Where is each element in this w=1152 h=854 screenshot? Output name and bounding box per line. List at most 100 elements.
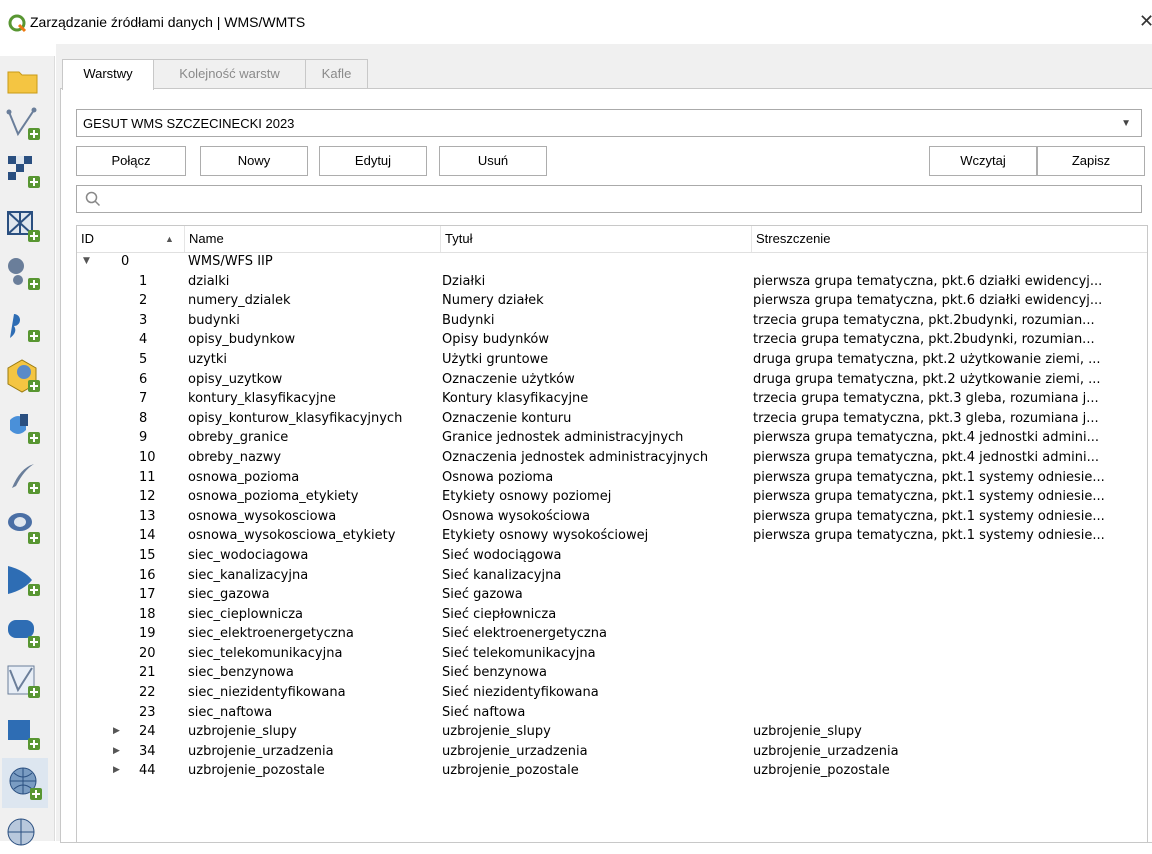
row-abstract: uzbrojenie_pozostale [753,763,890,779]
table-row[interactable]: 18 siec_cieplownicza Sieć ciepłownicza [77,605,1147,625]
table-row[interactable]: 21 siec_benzynowa Sieć benzynowa [77,663,1147,683]
row-id: 6 [139,371,148,387]
table-row[interactable]: 20 siec_telekomunikacyjna Sieć telekomunik… [77,644,1147,664]
row-title: Sieć niezidentyfikowana [442,685,599,701]
search-input[interactable] [76,185,1142,213]
connection-select[interactable]: GESUT WMS SZCZECINECKI 2023 ▼ [76,109,1142,137]
table-row[interactable]: 6 opisy_uzytkow Oznaczenie użytków druga gr… [77,370,1147,390]
row-name: siec_niezidentyfikowana [188,685,346,701]
edit-button[interactable]: Edytuj [319,146,427,176]
delete-button[interactable]: Usuń [439,146,547,176]
table-row[interactable]: 10 obreby_nazwy Oznaczenia jednostek admin… [77,448,1147,468]
point-cloud-icon[interactable] [4,254,44,292]
table-row[interactable]: 4 opisy_budynkow Opisy budynków trzecia gru… [77,330,1147,350]
row-id: 22 [139,685,156,701]
virtual-layer-icon[interactable] [4,662,44,700]
table-row[interactable]: 3 budynki Budynki trzecia grupa tematyczna,… [77,311,1147,331]
row-title: uzbrojenie_slupy [442,724,551,740]
open-folder-icon[interactable] [4,62,44,100]
row-abstract: trzecia grupa tematyczna, pkt.3 gleba, r… [753,410,1099,426]
table-row[interactable]: ▶ 34 uzbrojenie_urzadzenia uzbrojenie_urzad… [77,742,1147,762]
table-row[interactable]: 9 obreby_granice Granice jednostek adminis… [77,428,1147,448]
sap-hana-icon[interactable] [4,714,44,752]
table-row[interactable]: ▶ 24 uzbrojenie_slupy uzbrojenie_slupy uzbro… [77,722,1147,742]
row-title: Oznaczenie konturu [442,410,572,426]
row-name: siec_gazowa [188,587,270,603]
chevron-down-icon: ▼ [1121,118,1131,129]
header-name[interactable]: Name [185,226,441,252]
close-button[interactable]: ✕ [1139,11,1152,32]
connect-button[interactable]: Połącz [76,146,186,176]
table-row[interactable]: 17 siec_gazowa Sieć gazowa [77,585,1147,605]
row-title: Działki [442,273,486,289]
load-button[interactable]: Wczytaj [929,146,1037,176]
window-title: Zarządzanie źródłami danych | WMS/WMTS [30,14,306,30]
geopackage-icon[interactable] [4,356,44,394]
tab-layers[interactable]: Warstwy [62,59,154,90]
table-row[interactable]: 2 numery_dzialek Numery działek pierwsza gr… [77,291,1147,311]
tree-header: ID ▲ Name Tytuł Streszczenie [77,226,1147,253]
mssql-icon[interactable] [4,508,44,546]
row-title: Numery działek [442,293,544,309]
row-id: 19 [139,626,156,642]
table-row[interactable]: 22 siec_niezidentyfikowana Sieć niezidenty… [77,683,1147,703]
row-id: 17 [139,587,156,603]
expand-right-icon[interactable]: ▶ [113,761,127,781]
expand-down-icon[interactable]: ▼ [83,252,97,272]
table-row[interactable]: 11 osnowa_pozioma Osnowa pozioma pierwsza g… [77,468,1147,488]
table-row[interactable]: 15 siec_wodociagowa Sieć wodociągowa [77,546,1147,566]
window-titlebar: Zarządzanie źródłami danych | WMS/WMTS ✕ [0,0,1152,44]
spatialite-icon[interactable] [4,408,44,446]
table-row[interactable]: 12 osnowa_pozioma_etykiety Etykiety osnowy… [77,487,1147,507]
row-title: Budynki [442,312,495,328]
table-row[interactable]: 13 osnowa_wysokosciowa Osnowa wysokościowa… [77,507,1147,527]
row-name: opisy_budynkow [188,332,296,348]
mesh-layer-icon[interactable] [4,206,44,244]
row-id: 0 [121,254,130,269]
table-row[interactable]: 19 siec_elektroenergetyczna Sieć elektroen… [77,624,1147,644]
expand-right-icon[interactable]: ▶ [113,742,127,762]
row-title: Oznaczenia jednostek administracyjnych [442,449,709,465]
delimited-text-icon[interactable] [4,306,44,344]
row-title: Użytki gruntowe [442,351,549,367]
raster-layer-icon[interactable] [4,152,44,190]
new-button[interactable]: Nowy [200,146,308,176]
postgis-icon[interactable] [4,458,44,496]
header-title[interactable]: Tytuł [441,226,752,252]
vector-layer-icon[interactable] [4,104,44,142]
table-row[interactable]: 23 siec_naftowa Sieć naftowa [77,703,1147,723]
header-abstract[interactable]: Streszczenie [752,226,1147,252]
table-row[interactable]: 8 opisy_konturow_klasyfikacyjnych Oznaczen… [77,409,1147,429]
source-type-sidebar [0,56,55,846]
wms-wmts-icon[interactable] [2,758,48,808]
row-name: uzytki [188,351,227,367]
oracle-icon[interactable] [4,560,44,598]
row-name: siec_telekomunikacyjna [188,645,343,661]
row-abstract: trzecia grupa tematyczna, pkt.2budynki, … [753,312,1095,328]
expand-right-icon[interactable]: ▶ [113,722,127,742]
row-title: Sieć elektroenergetyczna [442,626,607,642]
table-row[interactable]: 14 osnowa_wysokosciowa_etykiety Etykiety o… [77,526,1147,546]
row-name: siec_cieplownicza [188,606,304,622]
tree-root-row[interactable]: ▼ 0 WMS/WFS IIP [77,252,1147,272]
row-abstract: pierwsza grupa tematyczna, pkt.4 jednost… [753,449,1100,465]
save-button[interactable]: Zapisz [1037,146,1145,176]
table-row[interactable]: 7 kontury_klasyfikacyjne Kontury klasyfika… [77,389,1147,409]
header-id[interactable]: ID ▲ [77,226,185,252]
row-id: 34 [139,743,156,759]
table-row[interactable]: 1 dzialki Działki pierwsza grupa tematyczna… [77,272,1147,292]
tab-layer-order[interactable]: Kolejność warstw [152,59,307,88]
row-title: Sieć naftowa [442,704,526,720]
row-id: 11 [139,469,156,485]
table-row[interactable]: 16 siec_kanalizacyjna Sieć kanalizacyjna [77,566,1147,586]
row-name: obreby_granice [188,430,289,446]
row-title: Sieć benzynowa [442,665,547,681]
tab-tiles[interactable]: Kafle [305,59,368,88]
row-name: siec_elektroenergetyczna [188,626,354,642]
wfs-icon[interactable] [4,812,44,850]
row-id: 9 [139,430,148,446]
table-row[interactable]: 5 uzytki Użytki gruntowe druga grupa tematy… [77,350,1147,370]
row-id: 2 [139,293,148,309]
table-row[interactable]: ▶ 44 uzbrojenie_pozostale uzbrojenie_pozost… [77,761,1147,781]
db2-icon[interactable] [4,612,44,650]
